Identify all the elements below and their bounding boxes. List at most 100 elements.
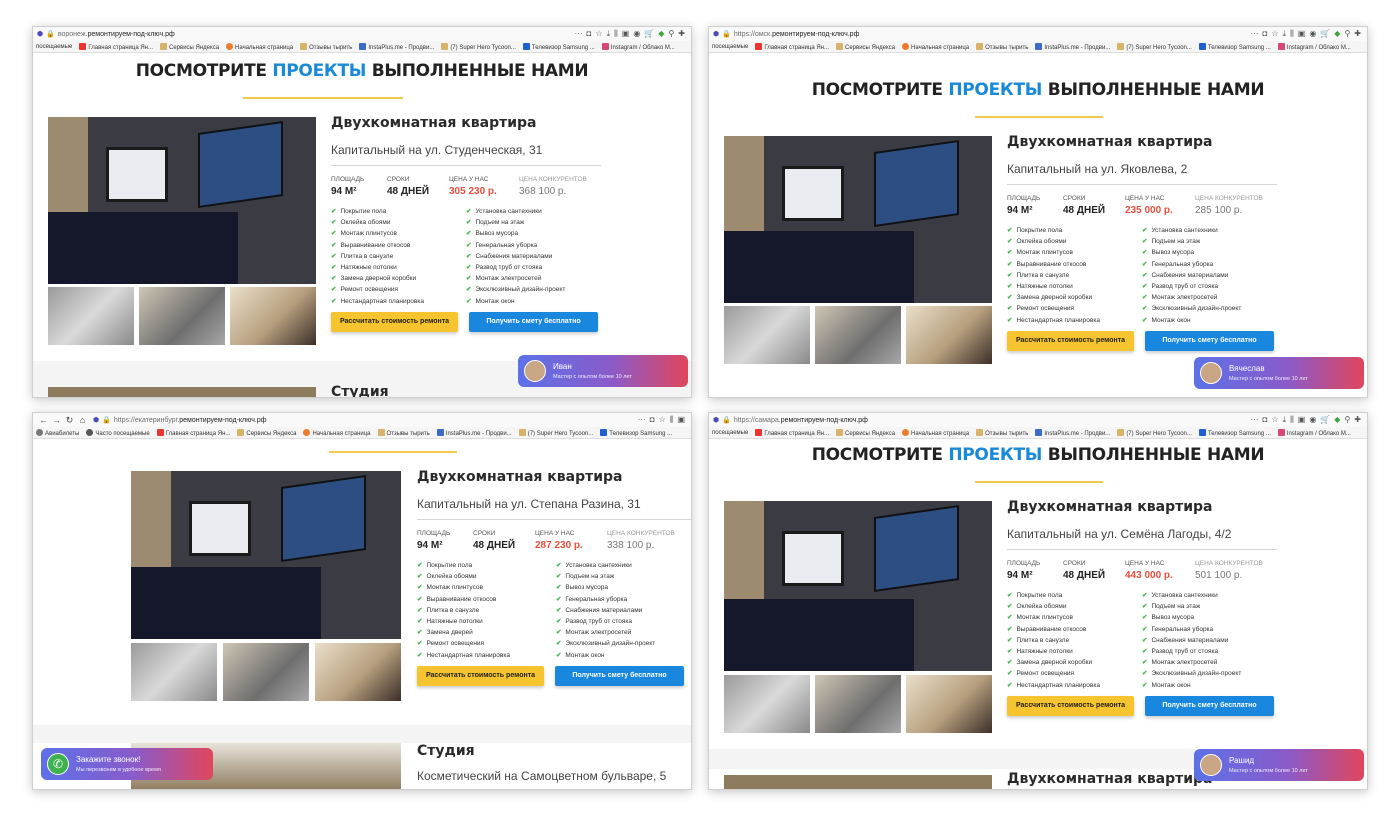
address-bar[interactable]: ← → ↻ ⌂ ⬢ 🔒 https://екатеринбург.ремонтируе… <box>33 413 691 427</box>
project-thumbnail[interactable] <box>906 675 992 733</box>
project-thumbnail[interactable] <box>724 675 810 733</box>
bookmark[interactable]: посещаемые <box>712 430 748 436</box>
bookmark[interactable]: Отзывы тырить <box>300 42 352 51</box>
bookmark[interactable]: посещаемые <box>36 44 72 50</box>
next-project-photo[interactable] <box>724 775 992 789</box>
download-icon[interactable]: ⤓ <box>607 29 611 39</box>
extension-icon[interactable]: ◆ <box>658 29 664 39</box>
chat-widget[interactable]: Рашид Мастер с опытом более 10 лет <box>1194 749 1364 781</box>
account-icon[interactable]: ◉ <box>633 29 640 39</box>
bookmark[interactable]: Сервисы Яндекса <box>160 42 219 51</box>
shield-icon[interactable]: ⬢ <box>93 416 99 424</box>
lock-icon[interactable]: 🔒 <box>102 416 111 424</box>
calculate-cost-button[interactable]: Рассчитать стоимость ремонта <box>1007 695 1134 716</box>
bookmark[interactable]: (7) Super Hero Tycoon... <box>441 42 516 51</box>
address-bar[interactable]: ⬢ 🔒 воронеж.ремонтируем-под-ключ.рф ··· ◘… <box>33 27 691 41</box>
account-icon[interactable]: ◉ <box>1309 415 1316 425</box>
bookmark[interactable]: InstaPlus.me - Продви... <box>1035 428 1110 437</box>
url-text[interactable]: https://самара.ремонтируем-под-ключ.рф <box>734 417 868 424</box>
account-icon[interactable]: ◉ <box>1309 29 1316 39</box>
project-thumbnail[interactable] <box>230 287 316 345</box>
bookmark[interactable]: Авиабилеты <box>36 428 79 437</box>
lock-icon[interactable]: 🔒 <box>722 416 731 424</box>
bookmark[interactable]: Главная страница Ян... <box>755 428 829 437</box>
library-icon[interactable]: ⫼ <box>614 29 618 39</box>
star-icon[interactable]: ☆ <box>1271 415 1278 425</box>
cart-icon[interactable]: 🛒 <box>1320 29 1330 39</box>
bookmark[interactable]: Отзывы тырить <box>976 428 1028 437</box>
bookmark[interactable]: Сервисы Яндекса <box>836 42 895 51</box>
bookmark[interactable]: Instagram / Облако М... <box>1277 428 1351 437</box>
shield-icon[interactable]: ⬢ <box>713 30 719 38</box>
sidebar-icon[interactable]: ▣ <box>1298 415 1306 425</box>
url-text[interactable]: https://екатеринбург.ремонтируем-под-клю… <box>114 417 267 424</box>
chat-widget[interactable]: Вячеслав Мастер с опытом более 10 лет <box>1194 357 1364 389</box>
cart-icon[interactable]: 🛒 <box>644 29 654 39</box>
project-thumbnail[interactable] <box>815 675 901 733</box>
bookmark[interactable]: (7) Super Hero Tycoon... <box>518 428 593 437</box>
bookmark[interactable]: Телевизор Samsung ... <box>1198 42 1271 51</box>
project-main-photo[interactable] <box>724 501 992 671</box>
calculate-cost-button[interactable]: Рассчитать стоимость ремонта <box>331 311 458 332</box>
library-icon[interactable]: ⫼ <box>1290 415 1294 425</box>
star-icon[interactable]: ☆ <box>595 29 602 39</box>
pin-icon[interactable]: ⚲ <box>1344 29 1350 39</box>
address-bar[interactable]: ⬢ 🔒 https://омск.ремонтируем-под-ключ.рф… <box>709 27 1367 41</box>
callback-widget[interactable]: ✆ Закажите звонок! Мы перезвоним в удобно… <box>41 748 213 780</box>
bookmark[interactable]: Отзывы тырить <box>377 428 430 437</box>
get-estimate-button[interactable]: Получить смету бесплатно <box>555 665 684 686</box>
address-bar[interactable]: ⬢ 🔒 https://самара.ремонтируем-под-ключ.… <box>709 413 1367 427</box>
bookmark[interactable]: InstaPlus.me - Продви... <box>1035 42 1110 51</box>
forward-icon[interactable]: → <box>50 415 63 425</box>
project-thumbnail[interactable] <box>48 287 134 345</box>
pocket-icon[interactable]: ◘ <box>650 415 655 425</box>
download-icon[interactable]: ⤓ <box>1283 29 1287 39</box>
project-thumbnail[interactable] <box>131 643 217 701</box>
extension-icon[interactable]: ◆ <box>1334 415 1340 425</box>
bookmark[interactable]: InstaPlus.me - Продви... <box>436 428 512 437</box>
bookmark[interactable]: Телевизор Samsung ... <box>600 428 672 437</box>
pocket-icon[interactable]: ◘ <box>1263 29 1268 39</box>
sidebar-icon[interactable]: ▣ <box>622 29 630 39</box>
more-icon[interactable]: ··· <box>1251 29 1259 39</box>
project-thumbnail[interactable] <box>815 306 901 364</box>
puzzle-icon[interactable]: ✚ <box>678 29 685 39</box>
bookmark[interactable]: Начальная страница <box>902 42 969 51</box>
bookmark[interactable]: Instagram / Облако М... <box>601 42 675 51</box>
puzzle-icon[interactable]: ✚ <box>1354 29 1361 39</box>
more-icon[interactable]: ··· <box>575 29 583 39</box>
calculate-cost-button[interactable]: Рассчитать стоимость ремонта <box>417 665 544 686</box>
more-icon[interactable]: ··· <box>638 415 646 425</box>
bookmark[interactable]: Главная страница Ян... <box>156 428 230 437</box>
cart-icon[interactable]: 🛒 <box>1320 415 1330 425</box>
sidebar-icon[interactable]: ▣ <box>677 415 685 425</box>
bookmark[interactable]: Instagram / Облако М... <box>1277 42 1351 51</box>
get-estimate-button[interactable]: Получить смету бесплатно <box>469 311 598 332</box>
url-text[interactable]: https://омск.ремонтируем-под-ключ.рф <box>734 31 860 38</box>
bookmark[interactable]: Телевизор Samsung ... <box>1198 428 1271 437</box>
project-main-photo[interactable] <box>131 471 401 639</box>
bookmark[interactable]: Сервисы Яндекса <box>836 428 895 437</box>
project-thumbnail[interactable] <box>724 306 810 364</box>
bookmark[interactable]: посещаемые <box>712 44 748 50</box>
project-thumbnail[interactable] <box>906 306 992 364</box>
bookmark[interactable]: Часто посещаемые <box>86 428 150 437</box>
bookmark[interactable]: (7) Super Hero Tycoon... <box>1117 42 1192 51</box>
shield-icon[interactable]: ⬢ <box>37 30 43 38</box>
bookmark[interactable]: Главная страница Ян... <box>755 42 829 51</box>
calculate-cost-button[interactable]: Рассчитать стоимость ремонта <box>1007 330 1134 351</box>
chat-widget[interactable]: Иван Мастер с опытом более 10 лет <box>518 355 688 387</box>
page-info-icon[interactable]: 🔒 <box>46 30 55 38</box>
bookmark[interactable]: Начальная страница <box>902 428 969 437</box>
shield-icon[interactable]: ⬢ <box>713 416 719 424</box>
puzzle-icon[interactable]: ✚ <box>1354 415 1361 425</box>
more-icon[interactable]: ··· <box>1251 415 1259 425</box>
reload-icon[interactable]: ↻ <box>63 415 76 426</box>
project-thumbnail[interactable] <box>315 643 401 701</box>
next-project-photo[interactable] <box>48 387 316 397</box>
bookmark[interactable]: (7) Super Hero Tycoon... <box>1117 428 1192 437</box>
back-icon[interactable]: ← <box>37 415 50 425</box>
lock-icon[interactable]: 🔒 <box>722 30 731 38</box>
project-thumbnail[interactable] <box>223 643 309 701</box>
sidebar-icon[interactable]: ▣ <box>1298 29 1306 39</box>
